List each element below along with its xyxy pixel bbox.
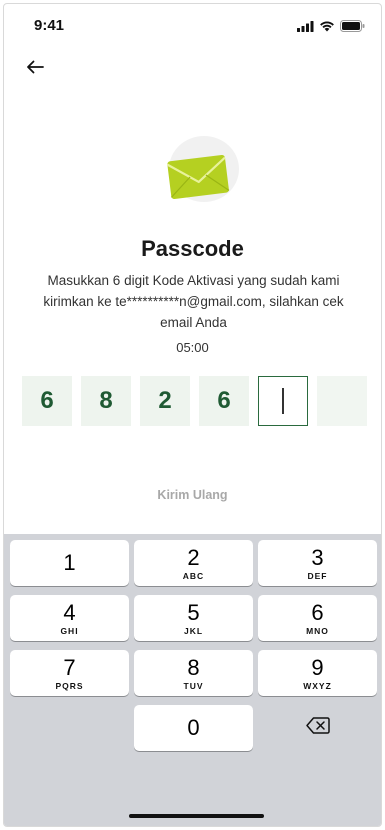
phone-screen: 9:41 Passcode Masukkan 6 digit Kode Akti… bbox=[3, 3, 382, 827]
key-letters: JKL bbox=[183, 626, 204, 636]
key-digit: 1 bbox=[63, 550, 76, 575]
status-icons bbox=[297, 19, 365, 37]
key-digit: 6 bbox=[311, 600, 324, 625]
key-9[interactable]: 9 WXYZ bbox=[258, 650, 377, 696]
countdown-timer: 05:00 bbox=[176, 340, 209, 355]
status-time: 9:41 bbox=[34, 17, 65, 34]
key-letters: TUV bbox=[183, 681, 204, 691]
status-bar: 9:41 bbox=[4, 4, 381, 44]
signal-icon bbox=[297, 19, 314, 37]
otp-digit-4[interactable]: 6 bbox=[199, 376, 249, 426]
numeric-keypad: 1 2 ABC 3 DEF 4 GHI 5 JKL 6 MNO 7 PQRS 8… bbox=[4, 534, 381, 826]
home-indicator[interactable] bbox=[129, 814, 264, 818]
otp-input[interactable]: 6 8 2 6 bbox=[22, 376, 367, 426]
key-digit: 0 bbox=[187, 715, 200, 740]
key-letters: PQRS bbox=[55, 681, 84, 691]
otp-digit-2[interactable]: 8 bbox=[81, 376, 131, 426]
key-4[interactable]: 4 GHI bbox=[10, 595, 129, 641]
key-digit: 7 bbox=[63, 655, 76, 680]
key-letters: GHI bbox=[60, 626, 79, 636]
key-6[interactable]: 6 MNO bbox=[258, 595, 377, 641]
hero-illustration bbox=[159, 132, 239, 212]
key-digit: 2 bbox=[187, 545, 200, 570]
key-digit: 5 bbox=[187, 600, 200, 625]
page-subtitle: Masukkan 6 digit Kode Aktivasi yang suda… bbox=[43, 273, 344, 330]
battery-icon bbox=[340, 19, 365, 37]
key-letters: MNO bbox=[306, 626, 329, 636]
arrow-left-icon bbox=[26, 60, 44, 79]
wifi-icon bbox=[319, 19, 335, 37]
otp-digit-1[interactable]: 6 bbox=[22, 376, 72, 426]
otp-digit-5[interactable] bbox=[258, 376, 308, 426]
key-5[interactable]: 5 JKL bbox=[134, 595, 253, 641]
key-1[interactable]: 1 bbox=[10, 540, 129, 586]
back-button[interactable] bbox=[22, 56, 48, 82]
key-digit: 4 bbox=[63, 600, 76, 625]
key-letters: ABC bbox=[182, 571, 205, 581]
key-3[interactable]: 3 DEF bbox=[258, 540, 377, 586]
key-2[interactable]: 2 ABC bbox=[134, 540, 253, 586]
key-7[interactable]: 7 PQRS bbox=[10, 650, 129, 696]
envelope-icon bbox=[165, 152, 231, 205]
key-letters: WXYZ bbox=[303, 681, 332, 691]
otp-digit-3[interactable]: 2 bbox=[140, 376, 190, 426]
resend-link[interactable]: Kirim Ulang bbox=[4, 488, 381, 502]
text-cursor bbox=[282, 388, 284, 414]
otp-digit-6[interactable] bbox=[317, 376, 367, 426]
key-8[interactable]: 8 TUV bbox=[134, 650, 253, 696]
key-digit: 9 bbox=[311, 655, 324, 680]
key-digit: 3 bbox=[311, 545, 324, 570]
key-digit: 8 bbox=[187, 655, 200, 680]
key-letters: DEF bbox=[307, 571, 328, 581]
delete-key[interactable] bbox=[258, 705, 377, 751]
backspace-icon bbox=[305, 717, 330, 739]
key-0[interactable]: 0 bbox=[134, 705, 253, 751]
page-title: Passcode bbox=[141, 236, 244, 261]
